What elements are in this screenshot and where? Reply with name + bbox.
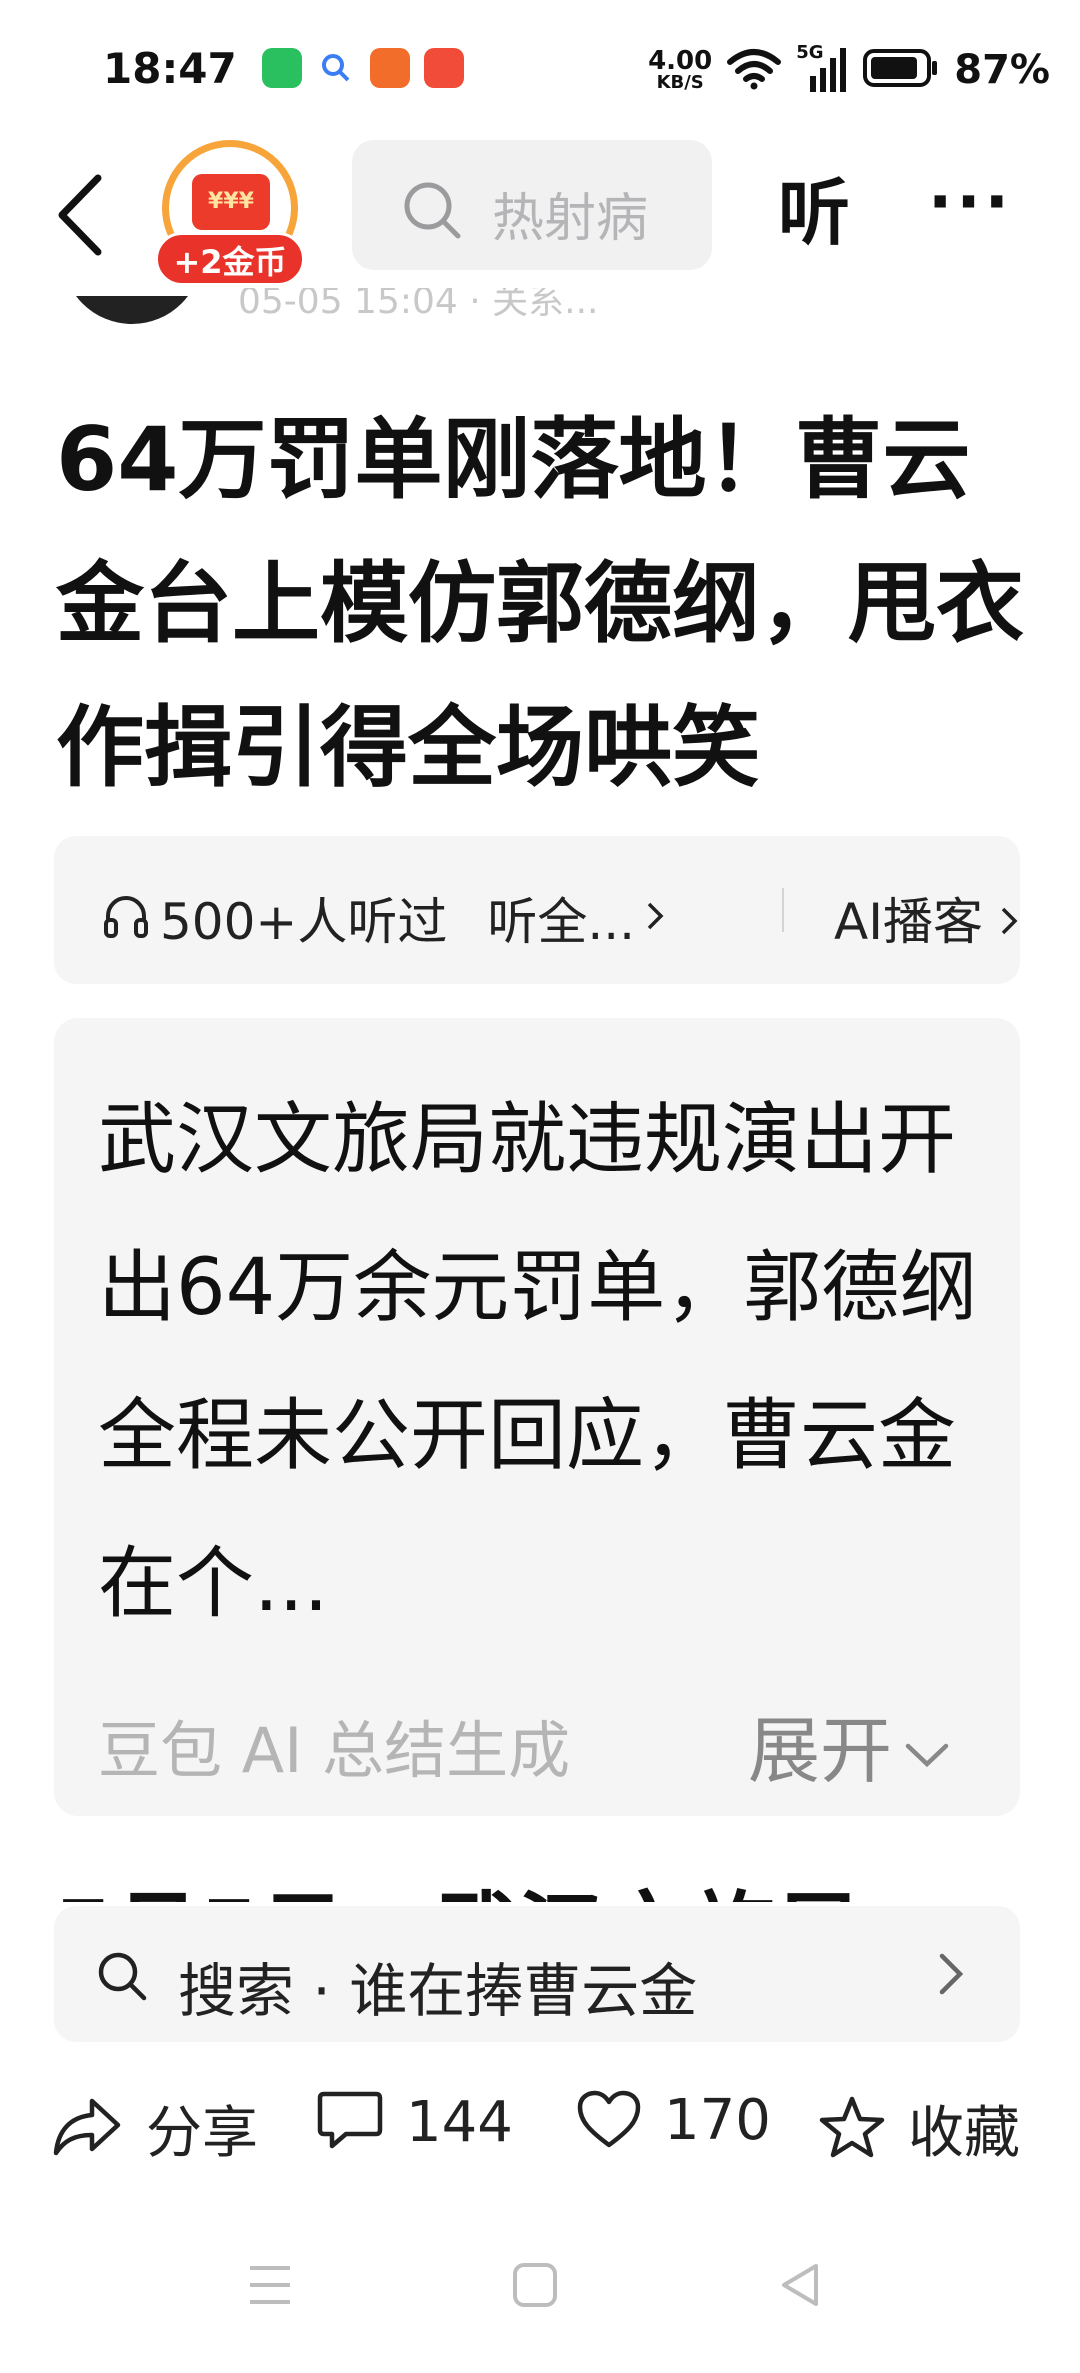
- status-time: 18:47: [103, 44, 237, 93]
- summary-source: 豆包 AI 总结生成: [98, 1714, 571, 1787]
- chevron-right-icon: [930, 1946, 970, 2006]
- comment-button[interactable]: 144: [316, 2088, 513, 2156]
- article-body-peek: 5月5日，武汉文旅局: [54, 1862, 1034, 1902]
- battery-icon: [862, 48, 940, 92]
- wechat-icon: [262, 48, 302, 88]
- favorite-button[interactable]: 收藏: [818, 2088, 1020, 2169]
- share-button[interactable]: 分享: [52, 2088, 258, 2169]
- divider: [782, 888, 784, 932]
- like-button[interactable]: 170: [576, 2088, 771, 2153]
- action-bar: 分享 144 170 收藏: [0, 2070, 1080, 2180]
- wifi-icon: [726, 46, 782, 94]
- article-title: 64万罚单刚落地！曹云金台上模仿郭德纲，甩衣作揖引得全场哄笑: [56, 408, 1025, 799]
- coin-reward-widget[interactable]: ¥¥¥ +2金币: [150, 140, 310, 290]
- search-icon: [400, 178, 464, 246]
- search-icon: [94, 1948, 150, 2008]
- status-bar: 18:47 4.00 KB/S 5G 87%: [0, 0, 1080, 140]
- listener-count: 500+人听过: [160, 893, 448, 951]
- back-button[interactable]: [52, 170, 112, 260]
- video-app-icon: [370, 48, 410, 88]
- toutiao-app-icon: [424, 48, 464, 88]
- chevron-down-icon: [904, 1703, 950, 1787]
- like-count: 170: [664, 2088, 771, 2153]
- net-speed: 4.00 KB/S: [648, 46, 713, 93]
- top-header: ¥¥¥ +2金币 热射病 听 ···: [0, 130, 1080, 286]
- star-icon: [818, 2095, 886, 2163]
- article-page: 18:47 4.00 KB/S 5G 87% 05-05 15:04 · 关系.…: [0, 0, 1080, 2373]
- comment-icon: [316, 2088, 384, 2156]
- status-right: 4.00 KB/S 5G 87%: [648, 42, 1050, 96]
- search-app-icon: [316, 48, 356, 88]
- comment-count: 144: [406, 2089, 513, 2155]
- listen-bar: 500+人听过 听全... AI播客: [54, 836, 1020, 984]
- back-nav-button[interactable]: [778, 2262, 822, 2312]
- search-placeholder: 热射病: [492, 189, 649, 249]
- home-square-icon: [513, 2263, 557, 2307]
- menu-nav-button[interactable]: [248, 2262, 292, 2312]
- signal-icon: 5G: [796, 42, 848, 94]
- battery-percent: 87%: [954, 47, 1050, 93]
- headphones-icon: [102, 892, 150, 944]
- search-bar[interactable]: 热射病: [352, 140, 712, 270]
- chevron-right-icon: [999, 893, 1019, 951]
- home-nav-button[interactable]: [512, 2262, 558, 2312]
- related-search-bar[interactable]: 搜索 · 谁在捧曹云金: [54, 1906, 1020, 2042]
- expand-button[interactable]: 展开: [748, 1692, 950, 1797]
- system-nav-bar: [0, 2220, 1080, 2373]
- share-icon: [52, 2095, 124, 2163]
- back-triangle-icon: [782, 2264, 818, 2306]
- listen-all-label: 听全...: [487, 893, 636, 951]
- heart-icon: [576, 2089, 642, 2153]
- more-options-button[interactable]: ···: [928, 166, 1013, 240]
- related-search-text: 搜索 · 谁在捧曹云金: [178, 1957, 698, 2025]
- coin-reward-badge: +2金币: [155, 232, 305, 286]
- menu-icon: [250, 2266, 290, 2304]
- ai-podcast-link[interactable]: AI播客: [834, 882, 1019, 954]
- ai-summary-card: 武汉文旅局就违规演出开出64万余元罚单，郭德纲全程未公开回应，曹云金在个... …: [54, 1018, 1020, 1816]
- listen-full-link[interactable]: 500+人听过 听全...: [102, 882, 665, 954]
- summary-text: 武汉文旅局就违规演出开出64万余元罚单，郭德纲全程未公开回应，曹云金在个...: [98, 1095, 978, 1629]
- back-arrow-icon: [58, 174, 102, 256]
- red-packet-icon: ¥¥¥: [192, 174, 270, 230]
- listen-button[interactable]: 听: [778, 154, 850, 259]
- chevron-right-icon: [645, 898, 665, 938]
